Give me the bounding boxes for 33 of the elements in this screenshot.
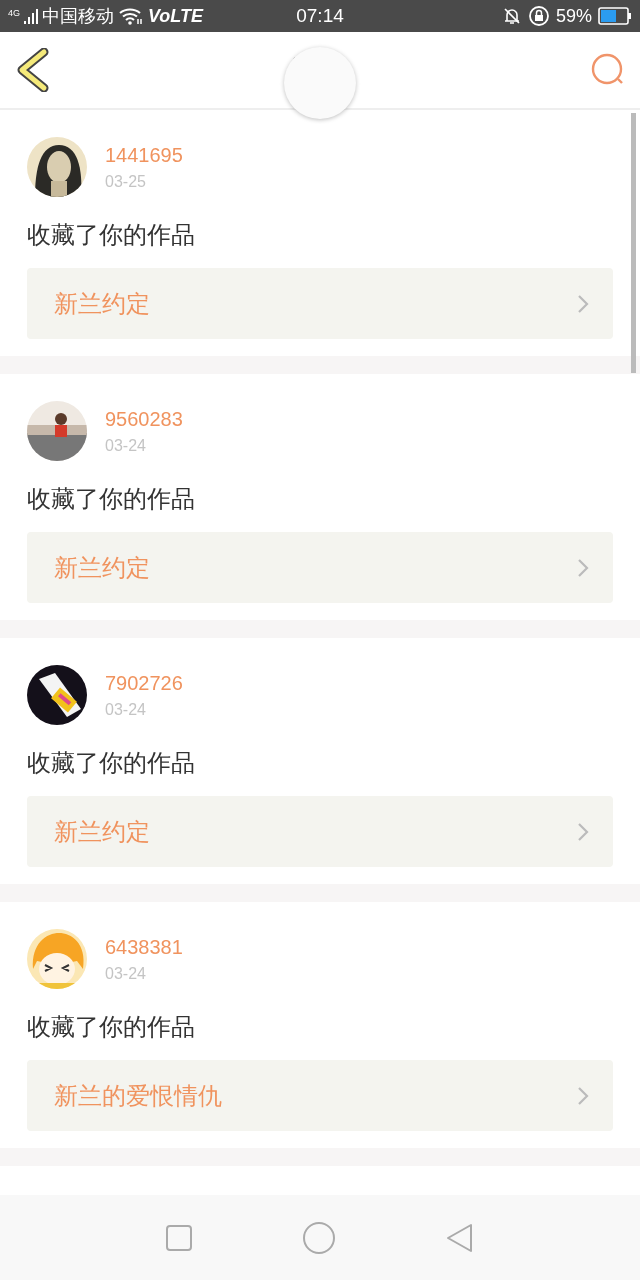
date: 03-24 [105, 964, 147, 983]
home-button[interactable] [302, 1220, 336, 1255]
activity-text: 收藏了你的作品 [27, 220, 196, 250]
wifi-icon [118, 7, 144, 25]
work-link[interactable]: 新兰约定 [27, 796, 613, 867]
work-link[interactable]: 新兰约定 [27, 268, 613, 339]
back-button[interactable] [16, 48, 50, 92]
chevron-right-icon [577, 557, 589, 578]
activity-text: 收藏了你的作品 [27, 748, 196, 778]
activity-text: 收藏了你的作品 [27, 1012, 196, 1042]
carrier-name: 中国移动 [42, 5, 114, 28]
battery-icon [598, 7, 632, 25]
signal-icon [24, 8, 38, 24]
chevron-right-icon [577, 293, 589, 314]
rotation-lock-icon [527, 5, 550, 27]
battery-percent: 59% [555, 5, 592, 27]
work-link[interactable]: 新兰的爱恨情仇 [27, 1060, 613, 1131]
username: 6438381 [105, 935, 183, 959]
username: 1441695 [105, 143, 183, 167]
username: 7902726 [105, 671, 183, 695]
work-link[interactable]: 新兰约定 [27, 532, 613, 603]
volte-label: VoLTE [148, 5, 203, 27]
recents-button[interactable] [164, 1223, 193, 1252]
activity-text: 收藏了你的作品 [27, 484, 196, 514]
chevron-right-icon [577, 821, 589, 842]
username: 9560283 [105, 407, 183, 431]
date: 03-24 [105, 436, 147, 455]
clock: 07:14 [296, 5, 344, 27]
chevron-right-icon [577, 1085, 589, 1106]
date: 03-24 [105, 700, 147, 719]
date: 03-25 [105, 172, 147, 191]
bell-off-icon [501, 6, 522, 26]
network-type: 4G [8, 8, 20, 18]
